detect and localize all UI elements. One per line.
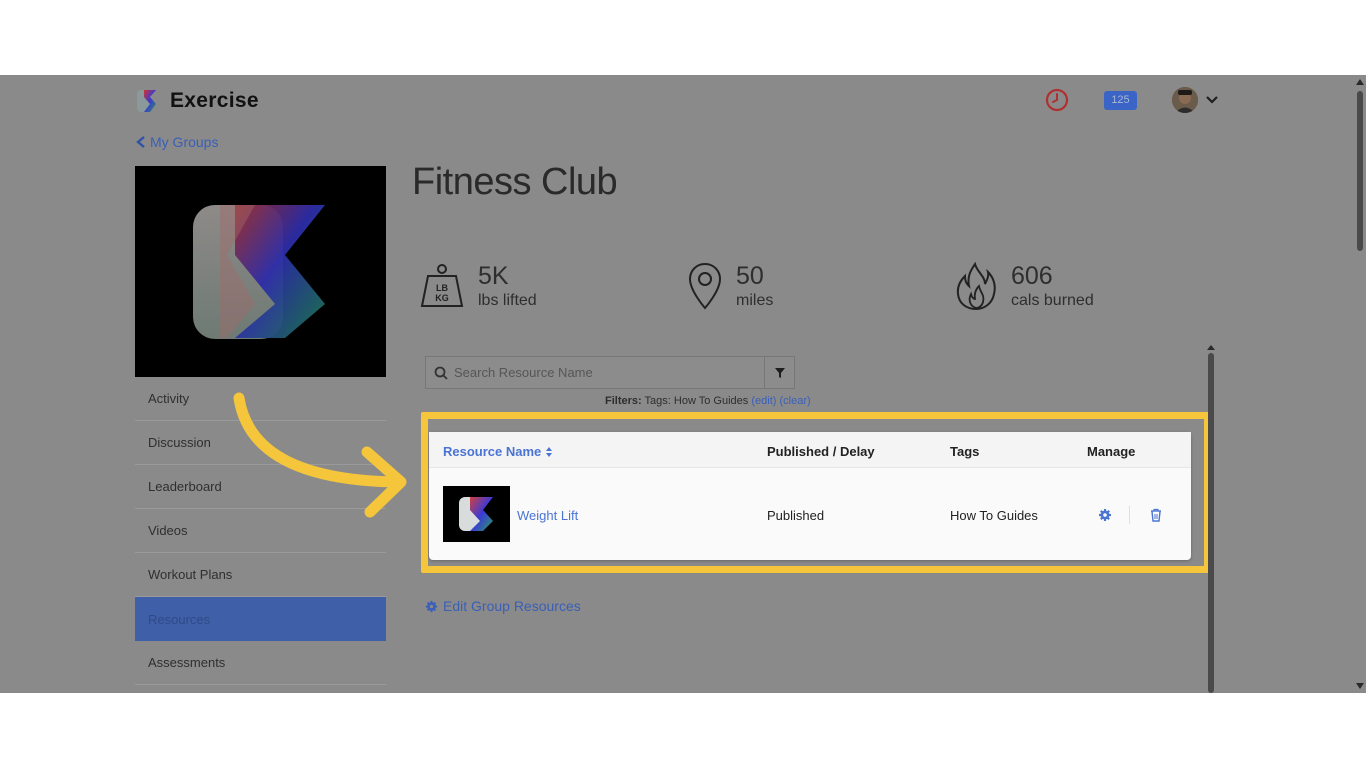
- stat-miles: 50 miles: [688, 262, 773, 312]
- weight-icon: LB KG: [420, 264, 464, 307]
- sidebar-item-assessments[interactable]: Assessments: [135, 641, 386, 685]
- chevron-left-icon: [136, 136, 145, 148]
- active-filters: Filters: Tags: How To Guides (edit) (cle…: [605, 395, 811, 407]
- app-logo-icon: [137, 90, 156, 112]
- stat-label: cals burned: [1011, 292, 1094, 309]
- content-scrollbar[interactable]: [1205, 343, 1217, 693]
- callout-arrow-icon: [233, 392, 407, 518]
- edit-group-resources-label: Edit Group Resources: [443, 598, 581, 614]
- stat-label: lbs lifted: [478, 292, 537, 309]
- filters-text: Tags: How To Guides: [644, 395, 749, 407]
- gear-icon: [425, 600, 438, 612]
- page-title: Fitness Club: [412, 161, 618, 203]
- page-scrollbar[interactable]: [1354, 75, 1366, 693]
- chevron-down-icon[interactable]: [1205, 93, 1219, 107]
- stat-value: 5K: [478, 262, 509, 290]
- app-window: Exercise 125 My Groups Activity Discussi…: [0, 75, 1366, 693]
- user-avatar-icon: [1172, 87, 1198, 113]
- notification-badge[interactable]: 125: [1104, 91, 1137, 110]
- search-icon: [434, 366, 448, 380]
- back-link-label: My Groups: [150, 134, 219, 150]
- edit-filter-link[interactable]: (edit): [751, 395, 776, 407]
- brand[interactable]: Exercise: [136, 88, 259, 114]
- fire-icon: [956, 262, 996, 311]
- scrollbar-track-icon: [1207, 345, 1215, 693]
- stat-cals-burned: 606 cals burned: [955, 262, 1094, 312]
- svg-text:KG: KG: [435, 293, 449, 303]
- group-logo-icon: [193, 205, 325, 339]
- avatar[interactable]: [1172, 87, 1198, 113]
- scrollbar-icon: [1356, 79, 1364, 689]
- filters-prefix: Filters:: [605, 395, 642, 407]
- filter-icon: [774, 367, 785, 378]
- stat-label: miles: [736, 292, 774, 309]
- stat-value: 606: [1011, 262, 1053, 290]
- app-name: Exercise: [170, 89, 259, 112]
- sidebar-item-resources[interactable]: Resources: [135, 597, 386, 641]
- group-cover-image: [135, 166, 386, 377]
- location-pin-icon: [688, 262, 722, 310]
- filter-button[interactable]: [764, 357, 794, 388]
- screen: Exercise 125 My Groups Activity Discussi…: [0, 0, 1366, 768]
- clear-filter-link[interactable]: (clear): [779, 395, 810, 407]
- stat-lbs-lifted: LB KG 5K lbs lifted: [420, 262, 537, 310]
- stat-value: 50: [736, 262, 764, 290]
- back-to-groups-link[interactable]: My Groups: [136, 134, 218, 150]
- edit-group-resources-link[interactable]: Edit Group Resources: [425, 598, 581, 614]
- sidebar-item-workout-plans[interactable]: Workout Plans: [135, 553, 386, 597]
- resource-search-bar: [425, 356, 795, 389]
- highlight-frame: [421, 412, 1211, 573]
- search-input[interactable]: [448, 365, 764, 380]
- clock-icon[interactable]: [1045, 88, 1069, 112]
- svg-text:LB: LB: [436, 283, 448, 293]
